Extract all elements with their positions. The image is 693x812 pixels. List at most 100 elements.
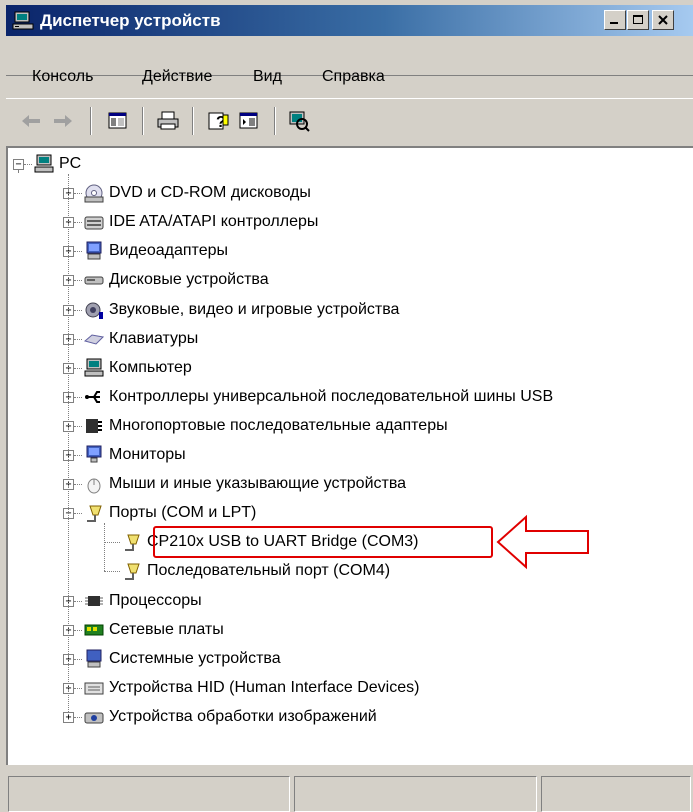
computer-icon bbox=[84, 358, 104, 377]
tree-connector bbox=[74, 600, 82, 602]
status-panel-1 bbox=[8, 776, 290, 812]
tree-node-label: PC bbox=[59, 155, 82, 172]
tree-node-label: Звуковые, видео и игровые устройства bbox=[109, 300, 400, 318]
tree-category-multiport[interactable]: Многопортовые последовательные адаптеры bbox=[84, 412, 448, 440]
menu-view[interactable]: Вид bbox=[253, 68, 282, 86]
maximize-icon bbox=[633, 15, 643, 24]
device-manager-window: Диспетчер устройств Консоль Действие Вид… bbox=[0, 0, 693, 812]
tree-connector bbox=[74, 280, 82, 282]
minimize-button[interactable] bbox=[604, 10, 626, 30]
tree-connector bbox=[74, 716, 82, 718]
tree-category-ide-controller[interactable]: IDE ATA/ATAPI контроллеры bbox=[84, 208, 318, 236]
tree-connector bbox=[74, 309, 82, 311]
back-button[interactable] bbox=[18, 108, 44, 134]
system-device-icon bbox=[86, 649, 102, 668]
tree-category-network-card[interactable]: Сетевые платы bbox=[84, 616, 224, 644]
network-card-icon bbox=[84, 624, 104, 636]
menu-help[interactable]: Справка bbox=[322, 68, 385, 86]
tree-category-hid[interactable]: Устройства HID (Human Interface Devices) bbox=[84, 674, 419, 702]
minimize-icon bbox=[610, 22, 618, 24]
tree-connector bbox=[74, 455, 82, 456]
tree-category-monitor[interactable]: Мониторы bbox=[84, 441, 186, 469]
tree-category-cdrom[interactable]: DVD и CD-ROM дисководы bbox=[84, 179, 311, 207]
menu-action[interactable]: Действие bbox=[142, 68, 212, 86]
device-manager-app-icon bbox=[12, 11, 34, 30]
tree-category-usb[interactable]: Контроллеры универсальной последовательн… bbox=[84, 383, 553, 411]
menu-console[interactable]: Консоль bbox=[32, 68, 93, 86]
tree-layer: − PC + DVD и CD-ROM дисководы + IDE ATA/ATAPI… bbox=[8, 148, 693, 765]
expand-button[interactable]: + bbox=[63, 711, 74, 723]
tree-node-label: Процессоры bbox=[109, 591, 202, 609]
toolbar-separator bbox=[274, 107, 276, 135]
tree-connector bbox=[74, 658, 82, 660]
tree-node-label: Мыши и иные указывающие устройства bbox=[109, 475, 407, 493]
print-button[interactable] bbox=[155, 108, 181, 134]
tree-node-label: Видеоадаптеры bbox=[109, 242, 228, 260]
toolbar: ? bbox=[6, 98, 693, 142]
tree-connector bbox=[74, 193, 82, 195]
tree-connector bbox=[74, 513, 82, 515]
port-icon bbox=[87, 505, 102, 523]
print-icon bbox=[157, 111, 179, 130]
port-icon bbox=[125, 534, 140, 552]
menu-action-label: Действие bbox=[142, 68, 213, 85]
tree-node-label: Контроллеры универсальной последовательн… bbox=[109, 387, 554, 405]
hid-icon bbox=[84, 682, 104, 695]
device-tree[interactable]: − PC + DVD и CD-ROM дисководы + IDE ATA/ATAPI… bbox=[6, 146, 693, 765]
tree-connector bbox=[74, 338, 82, 340]
tree-category-mouse[interactable]: Мыши и иные указывающие устройства bbox=[84, 470, 406, 498]
tree-connector bbox=[74, 367, 82, 369]
tree-category-processor[interactable]: Процессоры bbox=[84, 587, 202, 615]
tree-node-label: Устройства обработки изображений bbox=[109, 707, 377, 725]
toolbar-separator bbox=[192, 107, 194, 135]
tree-node-label: DVD и CD-ROM дисководы bbox=[109, 184, 311, 202]
disk-drive-icon bbox=[84, 276, 104, 285]
tree-category-port[interactable]: Порты (COM и LPT) bbox=[84, 499, 256, 527]
tree-device-serial-com4[interactable]: Последовательный порт (COM4) bbox=[122, 557, 390, 585]
tree-root-pc[interactable]: PC bbox=[34, 150, 81, 178]
tree-connector bbox=[68, 174, 69, 712]
tree-connector bbox=[74, 484, 82, 486]
tree-node-label: Дисковые устройства bbox=[109, 271, 269, 289]
back-arrow-icon bbox=[22, 115, 40, 127]
tree-node-label: IDE ATA/ATAPI контроллеры bbox=[109, 213, 319, 231]
properties-button[interactable] bbox=[236, 108, 262, 134]
scan-hardware-button[interactable] bbox=[286, 108, 312, 134]
multiport-icon bbox=[86, 418, 102, 433]
maximize-button[interactable] bbox=[627, 10, 649, 30]
tree-category-display-adapter[interactable]: Видеоадаптеры bbox=[84, 237, 228, 265]
show-hide-tree-button[interactable] bbox=[105, 108, 131, 134]
tree-connector bbox=[104, 523, 105, 572]
title-bar[interactable]: Диспетчер устройств bbox=[6, 5, 693, 36]
tree-category-sound[interactable]: Звуковые, видео и игровые устройства bbox=[84, 296, 399, 324]
forward-button[interactable] bbox=[50, 108, 76, 134]
tree-category-imaging[interactable]: Устройства обработки изображений bbox=[84, 703, 377, 731]
tree-node-label: Устройства HID (Human Interface Devices) bbox=[109, 678, 420, 696]
monitor-icon bbox=[86, 445, 102, 463]
highlight-box-cp210x bbox=[153, 526, 493, 559]
tree-category-system-device[interactable]: Системные устройства bbox=[84, 645, 281, 673]
tree-category-disk-drive[interactable]: Дисковые устройства bbox=[84, 266, 269, 294]
tree-connector bbox=[104, 542, 120, 544]
tree-node-label: Последовательный порт (COM4) bbox=[147, 562, 391, 580]
toolbar-separator bbox=[90, 107, 92, 135]
menu-help-label: Справка bbox=[322, 68, 385, 85]
help-button[interactable]: ? bbox=[206, 108, 232, 134]
tree-category-keyboard[interactable]: Клавиатуры bbox=[84, 325, 198, 353]
close-button[interactable] bbox=[652, 10, 674, 30]
tree-category-computer[interactable]: Компьютер bbox=[84, 354, 192, 382]
tree-node-label: Многопортовые последовательные адаптеры bbox=[109, 416, 448, 434]
computer-icon bbox=[34, 154, 54, 173]
usb-icon bbox=[85, 390, 100, 403]
menu-bar: Консоль Действие Вид Справка bbox=[6, 38, 693, 85]
menu-view-label: Вид bbox=[253, 68, 282, 85]
tree-connector bbox=[18, 170, 19, 172]
tree-connector bbox=[74, 687, 82, 689]
scan-hardware-icon bbox=[289, 111, 310, 132]
collapse-button[interactable]: − bbox=[13, 159, 24, 170]
help-icon: ? bbox=[208, 112, 229, 131]
status-panel-3 bbox=[541, 776, 691, 812]
imaging-icon bbox=[84, 712, 104, 724]
tree-node-label: Мониторы bbox=[109, 446, 186, 463]
ide-controller-icon bbox=[84, 216, 104, 230]
